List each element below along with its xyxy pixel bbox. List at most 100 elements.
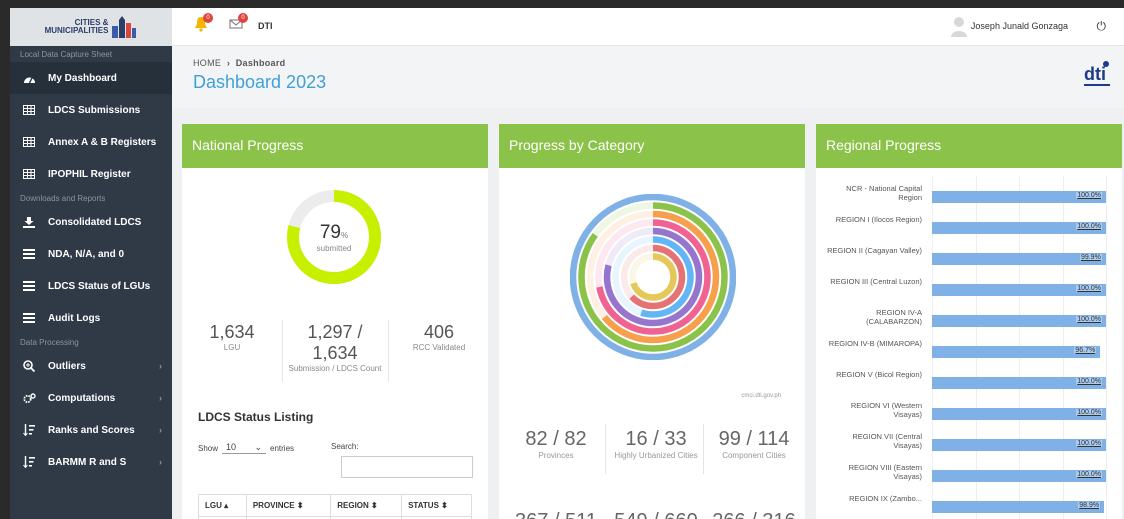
column-header-lgu[interactable]: LGU ▴ xyxy=(198,494,247,517)
category-stat-value: 549 / 660 xyxy=(611,510,701,519)
region-bar[interactable]: 99.9% xyxy=(932,253,1106,265)
region-label: REGION II (Cagayan Valley) xyxy=(827,246,922,255)
city-skyline-icon xyxy=(112,16,137,38)
page-title: Dashboard 2023 xyxy=(193,72,327,92)
region-label: REGION I (Ilocos Region) xyxy=(835,215,922,224)
sidebar-item-label: Annex A & B Registers xyxy=(48,136,157,148)
dti-logo: dti xyxy=(1084,61,1110,86)
user-avatar[interactable] xyxy=(950,15,968,37)
sidebar-item-label: LDCS Submissions xyxy=(48,104,141,116)
org-label: DTI xyxy=(258,21,273,31)
mail-badge: 0 xyxy=(238,13,248,23)
category-stat-label: Provinces xyxy=(538,451,574,460)
sidebar-item-computations[interactable]: Computations › xyxy=(10,382,172,414)
sidebar-item-audit-logs[interactable]: Audit Logs xyxy=(10,302,172,334)
stat-submission-value-b: 1,634 xyxy=(312,343,358,363)
sidebar-item-ranks-and-scores[interactable]: Ranks and Scores › xyxy=(10,414,172,446)
user-name[interactable]: Joseph Junald Gonzaga xyxy=(971,21,1068,31)
page-header: HOME › Dashboard Dashboard 2023 dti xyxy=(172,46,1124,108)
region-value: 96.7% xyxy=(1074,347,1097,354)
region-bar[interactable]: 100.0% xyxy=(932,377,1106,389)
sidebar-item-outliers[interactable]: Outliers › xyxy=(10,350,172,382)
chevron-down-icon: ⌄ xyxy=(254,442,263,452)
table-icon xyxy=(22,136,36,148)
notification-bell-icon[interactable]: 0 xyxy=(194,13,213,37)
sidebar-item-label: BARMM R and S xyxy=(48,456,127,468)
chart-source: cmci.dti.gov.ph xyxy=(741,393,781,399)
sidebar-item-label: IPOPHIL Register xyxy=(48,168,131,180)
stat-lgu: 1,634 LGU xyxy=(196,322,268,352)
sidebar-item-nda-n-a-and-0[interactable]: NDA, N/A, and 0 xyxy=(10,238,172,270)
region-label: REGION VI (Western Visayas) xyxy=(850,401,922,419)
region-bar[interactable]: 100.0% xyxy=(932,315,1106,327)
sidebar-section-title: Data Processing xyxy=(20,338,79,347)
breadcrumb-current: Dashboard xyxy=(235,58,286,68)
chevron-right-icon: › xyxy=(159,393,162,403)
app-logo[interactable]: CITIES & MUNICIPALITIES xyxy=(10,8,172,46)
region-value: 100.0% xyxy=(1076,471,1102,478)
sidebar-item-annex-a-b-registers[interactable]: Annex A & B Registers xyxy=(10,126,172,158)
sidebar-item-label: NDA, N/A, and 0 xyxy=(48,248,125,260)
region-value: 100.0% xyxy=(1076,440,1102,447)
region-bar[interactable]: 100.0% xyxy=(932,284,1106,296)
category-progress-title: Progress by Category xyxy=(499,124,805,168)
table-icon xyxy=(22,168,36,180)
region-row: REGION IV-A (CALABARZON) 100.0% xyxy=(816,308,1122,336)
region-row: NCR - National Capital Region 100.0% xyxy=(816,184,1122,212)
region-bar[interactable]: 100.0% xyxy=(932,408,1106,420)
stat-rcc-label: RCC Validated xyxy=(412,343,466,352)
national-progress-title: National Progress xyxy=(182,124,488,168)
region-value: 99.9% xyxy=(1079,254,1102,261)
chevron-right-icon: › xyxy=(159,361,162,371)
search-label: Search: xyxy=(331,442,359,451)
region-bar[interactable]: 100.0% xyxy=(932,439,1106,451)
category-stat: 82 / 82 Provinces xyxy=(511,428,601,460)
column-header-region[interactable]: REGION ⬍ xyxy=(330,494,403,517)
region-label: REGION VIII (Eastern Visayas) xyxy=(848,463,922,481)
dti-logo-text: dti xyxy=(1084,64,1106,84)
category-stat: 99 / 114 Component Cities xyxy=(709,428,799,460)
sidebar-item-label: LDCS Status of LGUs xyxy=(48,280,151,292)
chevron-right-icon: › xyxy=(159,425,162,435)
sidebar-item-my-dashboard[interactable]: My Dashboard xyxy=(10,62,172,94)
entries-select[interactable]: 10 ⌄ xyxy=(222,442,267,454)
sort-icon xyxy=(22,456,36,468)
sidebar-item-label: Consolidated LDCS xyxy=(48,216,142,228)
stat-rcc-value: 406 xyxy=(423,322,455,342)
sidebar-item-consolidated-ldcs[interactable]: Consolidated LDCS xyxy=(10,206,172,238)
sidebar-item-ldcs-status-of-lgus[interactable]: LDCS Status of LGUs xyxy=(10,270,172,302)
category-stat: 549 / 660 xyxy=(611,510,701,519)
region-label: REGION IX (Zambo... xyxy=(849,494,922,503)
region-bar[interactable]: 100.0% xyxy=(932,470,1106,482)
national-progress-card: National Progress 79% submitted 1,634 LG… xyxy=(182,124,488,519)
region-row: REGION I (Ilocos Region) 100.0% xyxy=(816,215,1122,243)
logo-line2: MUNICIPALITIES xyxy=(44,26,109,35)
sidebar-nav: Local Data Capture Sheet My Dashboard LDCS… xyxy=(10,46,172,478)
column-header-status[interactable]: STATUS ⬍ xyxy=(401,494,472,517)
sidebar-item-barmm-r-and-s[interactable]: BARMM R and S › xyxy=(10,446,172,478)
region-bar[interactable]: 100.0% xyxy=(932,191,1106,203)
region-bar[interactable]: 96.7% xyxy=(932,346,1101,358)
category-stat-value: 82 / 82 xyxy=(525,428,587,450)
column-header-province[interactable]: PROVINCE ⬍ xyxy=(245,494,332,517)
region-value: 100.0% xyxy=(1076,409,1102,416)
list-icon xyxy=(22,280,36,292)
sidebar: CITIES & MUNICIPALITIES Local Data Captu… xyxy=(10,8,172,519)
region-row: REGION VII (Central Visayas) 100.0% xyxy=(816,432,1122,460)
region-bar[interactable]: 98.9% xyxy=(932,501,1105,513)
download-icon xyxy=(22,216,36,228)
sidebar-item-ldcs-submissions[interactable]: LDCS Submissions xyxy=(10,94,172,126)
search-input[interactable] xyxy=(341,456,473,478)
region-bar[interactable]: 100.0% xyxy=(932,222,1106,234)
power-icon[interactable]: ⏻ xyxy=(1097,19,1107,34)
donut-percent-sign: % xyxy=(341,231,349,240)
region-value: 100.0% xyxy=(1076,378,1102,385)
sidebar-item-ipophil-register[interactable]: IPOPHIL Register xyxy=(10,158,172,190)
region-value: 100.0% xyxy=(1076,192,1102,199)
breadcrumb-separator: › xyxy=(226,58,231,68)
region-label: REGION IV-B (MIMAROPA) xyxy=(828,339,922,348)
breadcrumb-home[interactable]: HOME xyxy=(193,58,221,68)
region-value: 100.0% xyxy=(1076,223,1102,230)
mail-icon[interactable]: 0 xyxy=(229,13,248,35)
region-value: 100.0% xyxy=(1076,316,1102,323)
